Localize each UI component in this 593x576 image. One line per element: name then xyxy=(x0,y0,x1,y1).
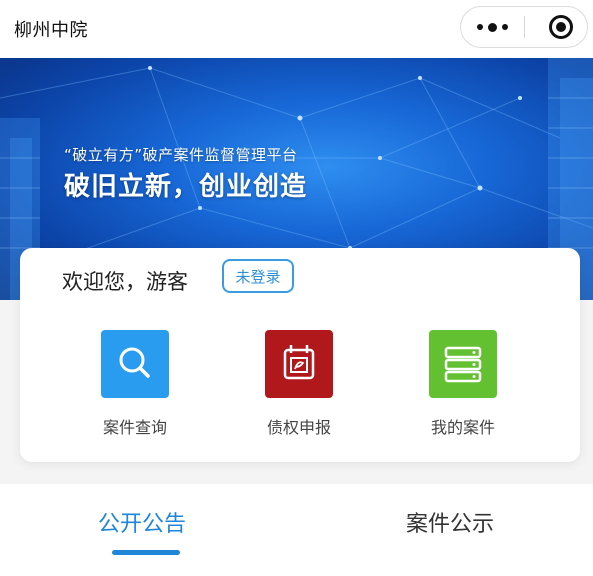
case-query-button[interactable]: 案件查询 xyxy=(75,330,195,438)
capsule-divider xyxy=(524,16,525,38)
case-query-label: 案件查询 xyxy=(102,418,167,437)
my-cases-button[interactable]: 我的案件 xyxy=(403,330,523,438)
tab-public-notices[interactable]: 公开公告 xyxy=(98,506,186,538)
target-close-icon[interactable] xyxy=(549,15,573,39)
calendar-edit-icon xyxy=(265,330,333,398)
banner-headline: 破旧立新，创业创造 xyxy=(64,172,308,202)
welcome-greeting: 欢迎您，游客 xyxy=(62,270,188,294)
title-bar: 柳州中院 xyxy=(0,0,593,58)
app-title: 柳州中院 xyxy=(14,20,88,41)
search-icon xyxy=(101,330,169,398)
mini-program-capsule xyxy=(460,6,588,48)
more-dots-icon[interactable] xyxy=(461,7,524,47)
my-cases-label: 我的案件 xyxy=(430,418,495,437)
claim-declaration-label: 债权申报 xyxy=(266,418,331,437)
server-list-icon xyxy=(429,330,497,398)
login-status-button[interactable]: 未登录 xyxy=(222,259,294,293)
banner-subtitle: “破立有方”破产案件监督管理平台 xyxy=(64,146,298,164)
user-function-card: 欢迎您，游客 未登录 案件查询 债权申报 我的案件 xyxy=(20,248,580,462)
notice-tabs: 公开公告 案件公示 xyxy=(0,484,593,576)
tab-case-publicity[interactable]: 案件公示 xyxy=(406,506,494,538)
claim-declaration-button[interactable]: 债权申报 xyxy=(239,330,359,438)
active-tab-indicator xyxy=(112,550,180,555)
